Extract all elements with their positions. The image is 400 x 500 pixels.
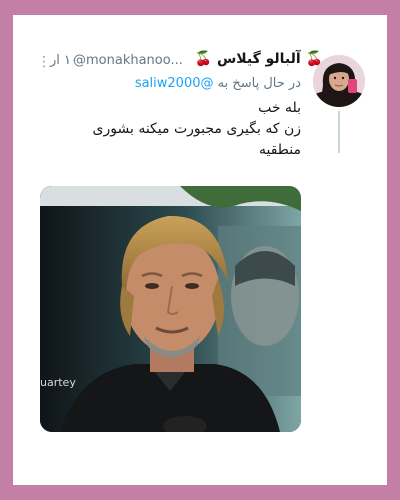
tweet-text-line: زن که بگیری مجبورت میکنه بشوری xyxy=(92,121,301,137)
display-name[interactable]: 🍒 آلبالو گیلاس 🍒 xyxy=(195,51,323,67)
tweet-media-image[interactable]: uartey xyxy=(40,186,301,432)
media-photo: uartey xyxy=(40,186,301,432)
user-handle[interactable]: @monakhanoo... xyxy=(73,53,183,68)
more-dots-icon[interactable]: ⋮ xyxy=(37,54,51,70)
avatar[interactable] xyxy=(313,55,365,107)
cherry-emoji: 🍒 xyxy=(194,51,213,67)
avatar-image xyxy=(313,55,365,107)
thread-line xyxy=(338,111,340,153)
tweet-text: بله خب زن که بگیری مجبورت میکنه بشوری من… xyxy=(71,98,301,161)
replying-to: در حال پاسخ به @saliw2000 xyxy=(135,76,301,91)
tweet-text-line: منطقیه xyxy=(258,142,301,158)
reply-prefix: در حال پاسخ به xyxy=(217,76,301,91)
media-caption: uartey xyxy=(40,376,76,389)
tweet-text-line: بله خب xyxy=(258,100,301,116)
display-name-text: آلبالو گیلاس xyxy=(216,51,301,67)
reply-handle-link[interactable]: @saliw2000 xyxy=(135,76,214,91)
tweet-card: ⋮ ۱۰ ار @monakhanoo... 🍒 آلبالو گیلاس 🍒 … xyxy=(13,15,387,485)
